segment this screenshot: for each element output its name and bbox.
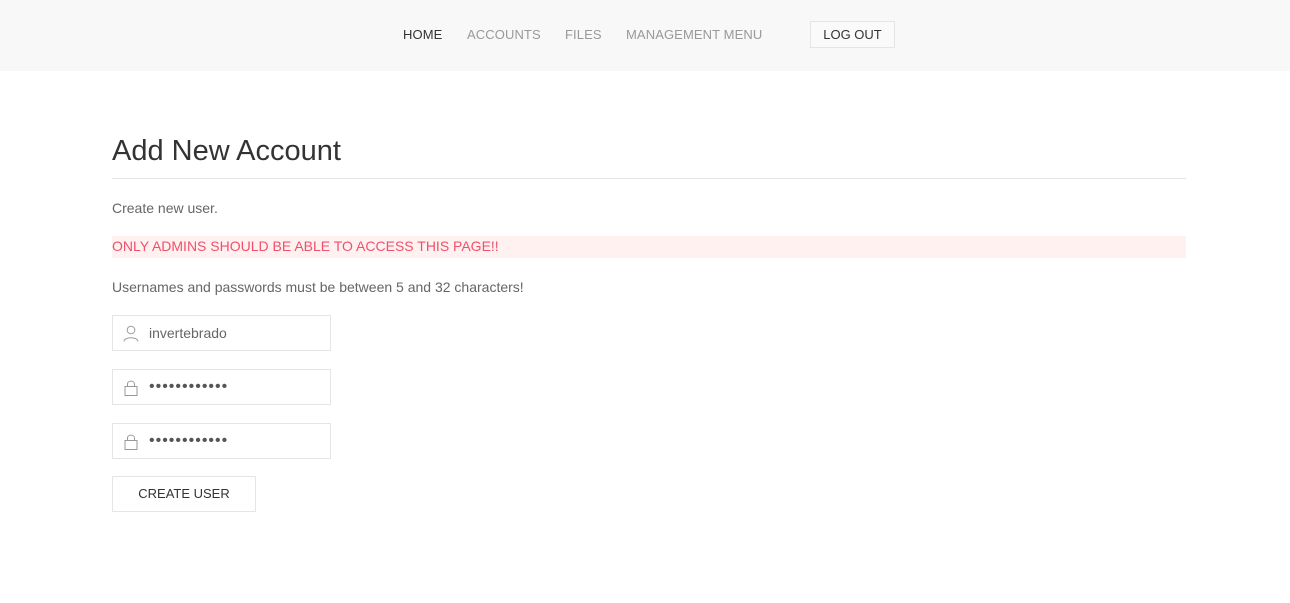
page-title: Add New Account (112, 135, 341, 167)
nav-item-files[interactable]: FILES (565, 27, 602, 42)
username-field[interactable] (112, 315, 331, 351)
confirm-password-field[interactable] (112, 423, 331, 459)
top-navbar: HOME ACCOUNTS FILES MANAGEMENT MENU LOG … (0, 0, 1290, 71)
nav-item-management-menu[interactable]: MANAGEMENT MENU (626, 27, 762, 42)
admin-warning-alert: ONLY ADMINS SHOULD BE ABLE TO ACCESS THI… (112, 236, 1186, 258)
logout-button[interactable]: LOG OUT (810, 21, 895, 48)
nav-item-home[interactable]: HOME (403, 27, 442, 42)
lock-icon (123, 379, 139, 396)
nav-item-accounts[interactable]: ACCOUNTS (467, 27, 541, 42)
title-divider (112, 178, 1186, 179)
lock-icon (123, 433, 139, 450)
password-field[interactable] (112, 369, 331, 405)
create-user-button[interactable]: CREATE USER (112, 476, 256, 512)
intro-text: Create new user. (112, 200, 218, 216)
password-input[interactable] (149, 370, 329, 404)
user-icon (123, 325, 139, 342)
username-input[interactable] (149, 316, 329, 350)
confirm-password-input[interactable] (149, 424, 329, 458)
credential-rules-text: Usernames and passwords must be between … (112, 279, 524, 295)
